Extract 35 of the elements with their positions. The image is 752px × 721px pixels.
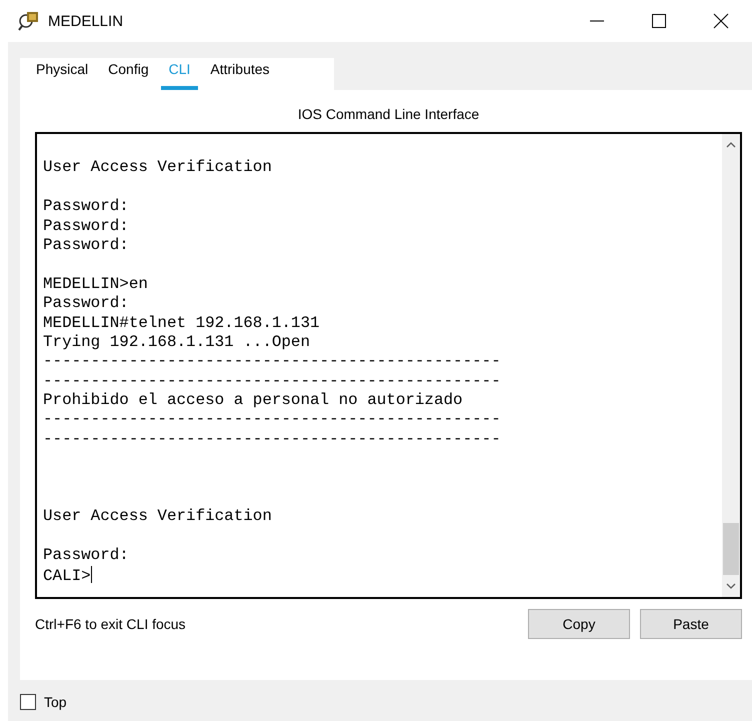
maximize-icon (652, 14, 666, 28)
terminal-line: MEDELLIN#telnet 192.168.1.131 (43, 314, 320, 332)
app-icon (18, 11, 40, 31)
terminal-line: Password: (43, 546, 129, 564)
scroll-up-icon[interactable] (726, 142, 736, 148)
terminal-line: Password: (43, 236, 129, 254)
minimize-icon (590, 20, 604, 22)
tab[interactable]: Attributes (202, 58, 278, 90)
scroll-thumb[interactable] (723, 523, 739, 575)
hint-text: Ctrl+F6 to exit CLI focus (35, 616, 186, 632)
terminal-line: MEDELLIN>en (43, 274, 148, 293)
close-icon (713, 13, 729, 29)
terminal-line: CALI> (43, 566, 91, 585)
terminal-line: ------------------------------------------------ (43, 410, 501, 428)
terminal-line: Prohibido el acceso a personal no autorizado (43, 391, 463, 410)
terminal-output[interactable] (35, 132, 742, 599)
action-button[interactable]: Paste (640, 609, 742, 639)
scrollbar[interactable] (722, 134, 740, 597)
terminal-line: ------------------------------------------------ (43, 430, 501, 448)
scroll-down-icon[interactable] (726, 583, 736, 589)
tab[interactable]: Physical (28, 58, 96, 90)
terminal-line: Password: (43, 216, 129, 235)
terminal-line: Password: (43, 197, 129, 216)
panel-heading: IOS Command Line Interface (296, 105, 480, 124)
action-button[interactable]: Copy (528, 609, 630, 639)
checkbox[interactable] (20, 694, 36, 710)
terminal-line: ------------------------------------------------ (43, 372, 501, 390)
window-title: MEDELLIN (48, 12, 124, 30)
checkbox-label: Top (44, 694, 67, 710)
terminal-line: ------------------------------------------------ (43, 352, 501, 370)
terminal-line: User Access Verification (43, 507, 272, 526)
tab[interactable]: Config (100, 58, 157, 90)
terminal-line: Trying 192.168.1.131 ...Open (43, 332, 310, 351)
terminal-line: Password: (43, 294, 129, 312)
terminal-line: User Access Verification (43, 158, 272, 176)
